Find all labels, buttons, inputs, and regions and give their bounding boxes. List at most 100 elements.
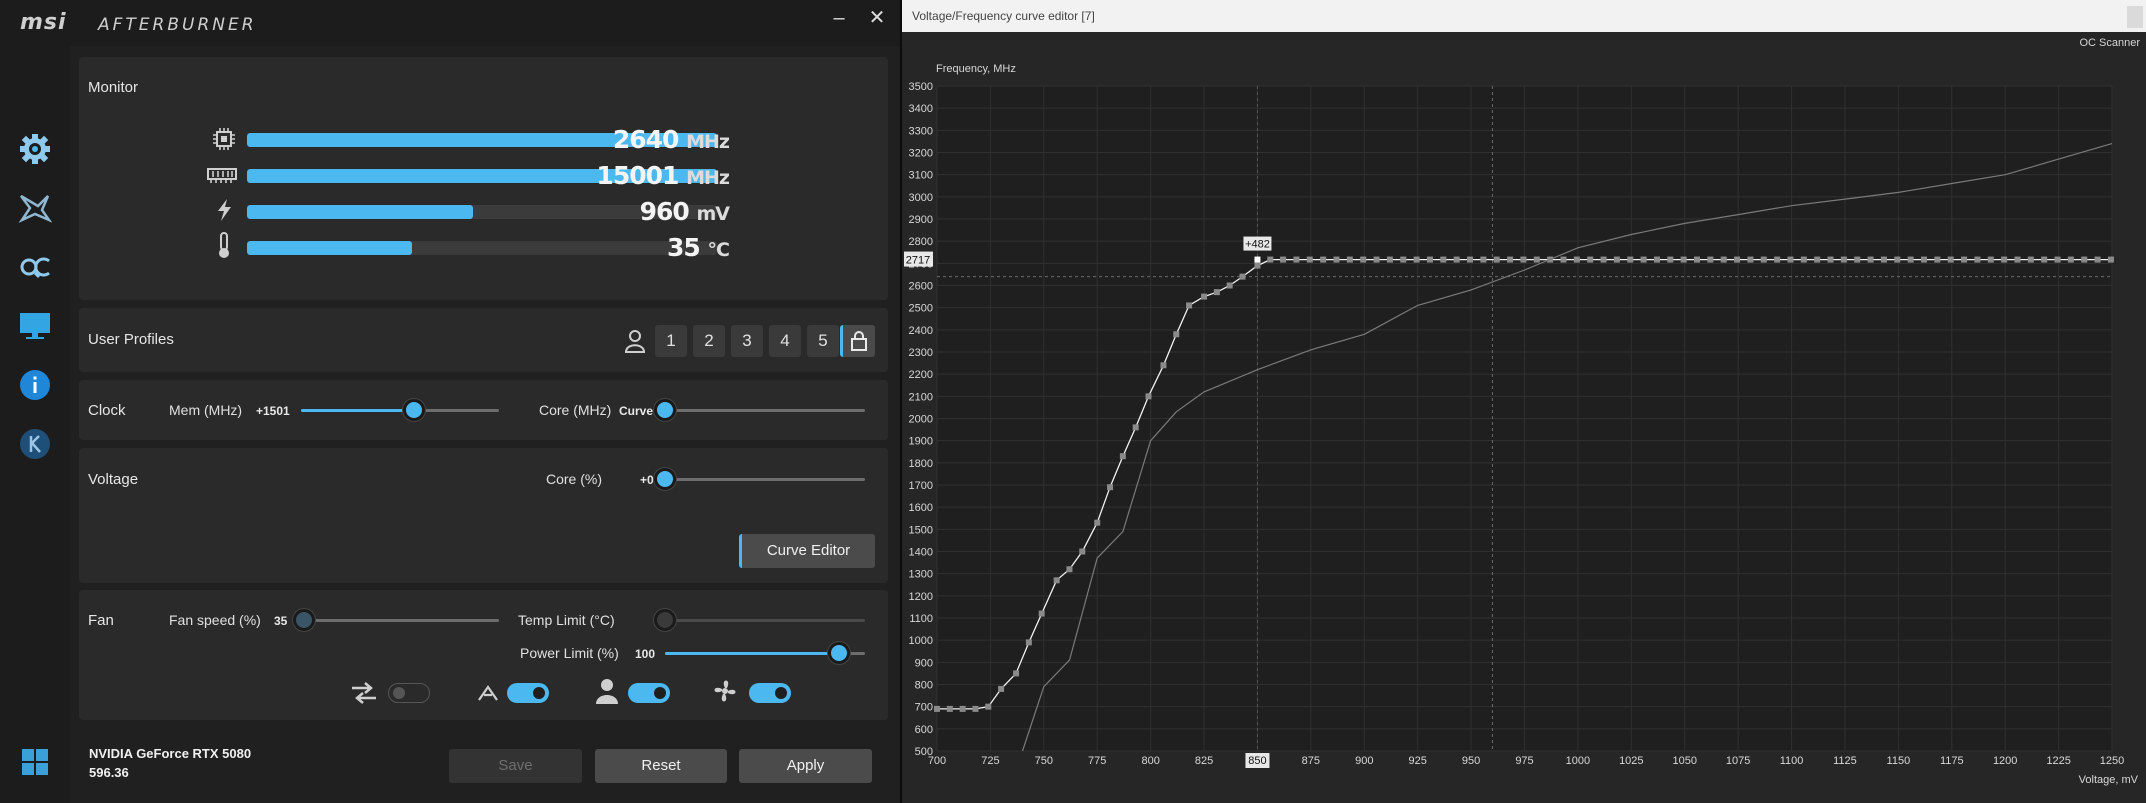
fan-speed-slider[interactable] [304, 619, 499, 622]
sync-toggle[interactable] [388, 683, 430, 703]
core-voltage-value: +0 [640, 473, 654, 487]
profile-user-icon [622, 328, 648, 354]
curve-point [2041, 256, 2048, 263]
curve-point [1373, 256, 1380, 263]
fan-title: Fan [88, 612, 114, 629]
apply-button[interactable]: Apply [739, 749, 872, 783]
curve-point [1894, 256, 1901, 263]
curve-point [1267, 256, 1274, 263]
curve-point [1107, 484, 1114, 491]
curve-point [1493, 256, 1500, 263]
k-logo-icon[interactable] [15, 424, 55, 464]
y-tick-label: 2300 [909, 347, 933, 359]
power-limit-slider-handle[interactable] [828, 642, 850, 664]
memory-clock-value: 15001 [596, 161, 679, 190]
curve-point [1094, 519, 1101, 526]
profile-lock-button[interactable] [840, 325, 875, 357]
user-toggle[interactable] [628, 683, 670, 703]
oc-scanner-icon[interactable] [15, 247, 55, 287]
curve-point [1640, 256, 1647, 263]
info-icon[interactable] [15, 365, 55, 405]
afterburner-logo: AFTERBURNER [98, 15, 257, 35]
monitor-display-icon[interactable] [15, 306, 55, 346]
curve-point [1613, 256, 1620, 263]
curve-point [1413, 256, 1420, 263]
curve-point [1507, 256, 1514, 263]
selected-frequency-label: 2717 [906, 255, 930, 267]
lock-icon [851, 331, 867, 351]
x-tick-label: 1000 [1566, 755, 1590, 767]
profile-slot-2-button[interactable]: 2 [693, 325, 725, 357]
kombustor-icon[interactable] [15, 188, 55, 228]
close-button[interactable]: ✕ [860, 4, 894, 32]
core-voltage-slider-handle[interactable] [654, 468, 676, 490]
curve-point [1680, 256, 1687, 263]
minimize-button[interactable]: – [822, 4, 856, 32]
mem-clock-slider-handle[interactable] [402, 399, 425, 421]
curve-point [934, 705, 940, 712]
curve-point [1360, 256, 1367, 263]
windows-grid-icon[interactable] [15, 742, 55, 782]
settings-gear-icon[interactable] [15, 129, 55, 169]
core-clock-slider[interactable] [665, 409, 865, 412]
temp-limit-slider-handle[interactable] [654, 609, 676, 631]
monitor-title: Monitor [88, 79, 139, 96]
voltage-unit: mV [696, 203, 730, 225]
profile-slot-1-button[interactable]: 1 [655, 325, 687, 357]
mem-clock-slider[interactable] [301, 409, 499, 412]
power-limit-label: Power Limit (%) [520, 645, 619, 661]
y-tick-label: 900 [915, 657, 933, 669]
curve-point [1587, 256, 1594, 263]
curve-point [1173, 331, 1180, 338]
reset-button[interactable]: Reset [595, 749, 727, 783]
curve-point [2001, 256, 2008, 263]
curve-point [1453, 256, 1460, 263]
profile-slot-3-button[interactable]: 3 [731, 325, 763, 357]
y-tick-label: 3400 [909, 103, 933, 115]
x-tick-label: 925 [1409, 755, 1427, 767]
memory-clock-unit: MHz [686, 167, 730, 189]
profile-slot-5-button[interactable]: 5 [807, 325, 839, 357]
core-clock-slider-handle[interactable] [654, 399, 676, 421]
core-voltage-slider[interactable] [665, 478, 865, 481]
fan-speed-label: Fan speed (%) [169, 612, 261, 628]
curve-point [1293, 256, 1300, 263]
gpu-chip-icon [209, 127, 239, 151]
curve-editor-button[interactable]: Curve Editor [739, 534, 875, 568]
x-tick-label: 1025 [1619, 755, 1643, 767]
save-button[interactable]: Save [449, 749, 582, 783]
gpu-clock-unit: MHz [686, 131, 730, 153]
auto-mode-toggle[interactable] [507, 683, 549, 703]
curve-point [2014, 256, 2021, 263]
x-tick-label: 1100 [1780, 755, 1804, 767]
x-tick-label: 825 [1195, 755, 1213, 767]
temperature-icon [209, 232, 239, 258]
x-tick-label: 1250 [2100, 755, 2124, 767]
selected-voltage-label: 850 [1248, 755, 1266, 767]
curve-point [1921, 256, 1927, 263]
profile-slot-4-button[interactable]: 4 [769, 325, 801, 357]
vf-curve-chart[interactable]: 5006007008009001000110012001300140015001… [902, 0, 2146, 803]
voltage-panel: Voltage Core (%) +0 Curve Editor [79, 448, 888, 583]
curve-point [1201, 293, 1208, 300]
temp-limit-label: Temp Limit (°C) [518, 612, 615, 628]
auto-mode-icon [473, 678, 503, 708]
y-tick-label: 3500 [909, 81, 933, 93]
curve-point [2094, 256, 2101, 263]
y-tick-label: 1300 [909, 569, 933, 581]
core-clock-value: Curve [619, 404, 654, 418]
y-tick-label: 2800 [909, 236, 933, 248]
curve-point [1053, 577, 1060, 584]
temperature-value: 35 [667, 233, 701, 262]
curve-point [1079, 548, 1086, 555]
curve-point [1573, 256, 1580, 263]
fan-speed-slider-handle[interactable] [293, 609, 315, 631]
temp-limit-slider[interactable] [665, 619, 865, 622]
y-tick-label: 2900 [909, 214, 933, 226]
curve-point [1226, 282, 1233, 289]
fan-toggle[interactable] [749, 683, 791, 703]
curve-point [1934, 256, 1941, 263]
curve-point [1667, 256, 1674, 263]
curve-point [1239, 273, 1246, 280]
curve-point [1280, 256, 1287, 263]
